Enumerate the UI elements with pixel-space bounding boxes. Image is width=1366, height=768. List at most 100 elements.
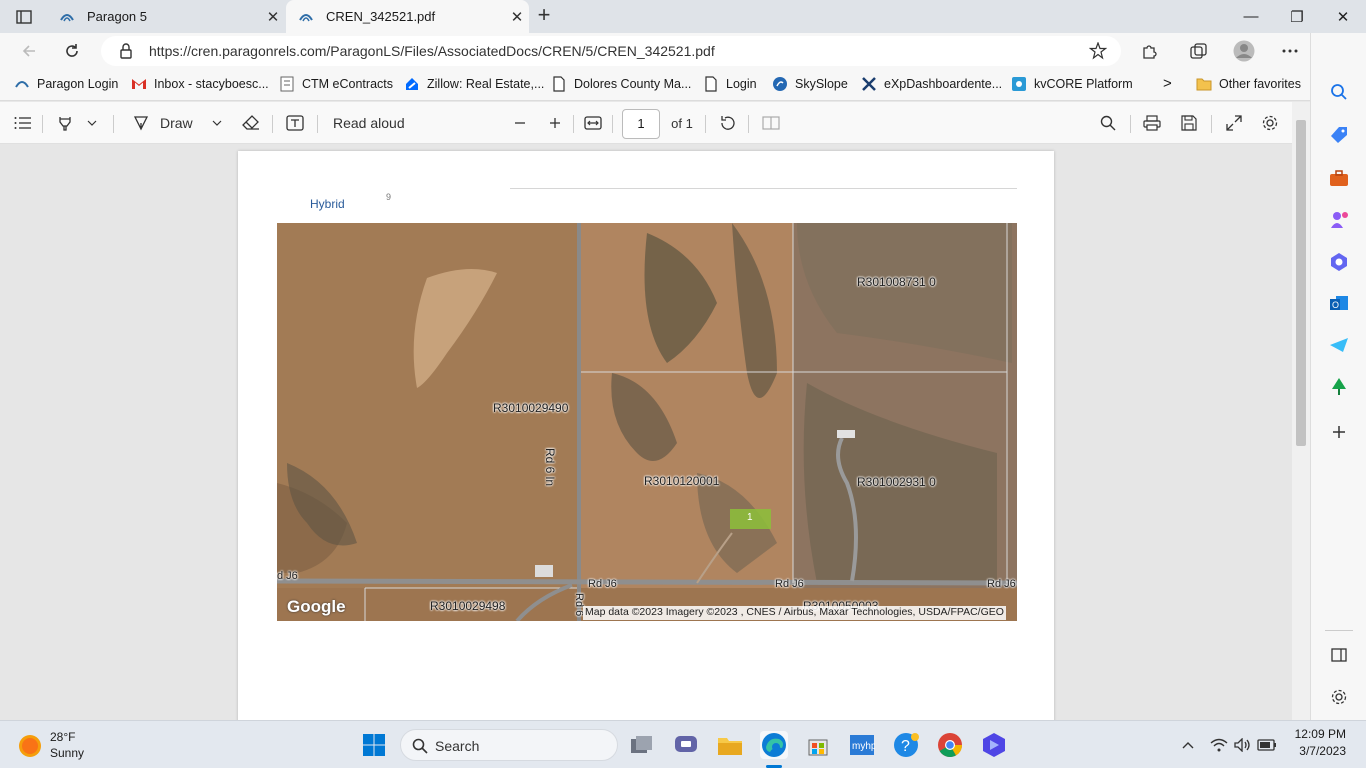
other-favorites[interactable]: Other favorites xyxy=(1196,76,1301,92)
highlight-button[interactable] xyxy=(54,112,76,134)
read-aloud-button[interactable]: Read aloud xyxy=(333,112,405,134)
favorite-label: Login xyxy=(726,77,757,91)
url-text[interactable]: https://cren.paragonrels.com/ParagonLS/F… xyxy=(149,43,715,59)
tools-briefcase-icon[interactable] xyxy=(1328,167,1350,189)
page-number-input[interactable]: 1 xyxy=(622,109,660,139)
contents-button[interactable] xyxy=(12,112,34,134)
pdf-app-button[interactable] xyxy=(980,731,1008,759)
tab-pdf[interactable]: CREN_342521.pdf ✕ xyxy=(286,0,529,33)
clock-time: 12:09 PM xyxy=(1294,727,1346,741)
teams-chat-button[interactable] xyxy=(672,731,700,759)
toolbar-divider xyxy=(705,115,706,133)
clock[interactable]: 12:09 PM 3/7/2023 xyxy=(1286,727,1346,758)
favorite-kvcore[interactable]: kvCORE Platform xyxy=(1011,76,1133,92)
hp-app-button[interactable]: myhp xyxy=(848,731,876,759)
zoom-out-button[interactable] xyxy=(509,112,531,134)
weather-desc: Sunny xyxy=(50,746,85,760)
draw-dropdown[interactable] xyxy=(209,112,225,134)
microsoft365-icon[interactable] xyxy=(1328,251,1350,273)
collections-button[interactable] xyxy=(1184,37,1214,65)
road-label: Rd J6 xyxy=(775,578,804,590)
favorite-inbox[interactable]: Inbox - stacyboesc... xyxy=(131,76,269,92)
add-text-button[interactable] xyxy=(284,112,306,134)
edge-taskbar-button[interactable] xyxy=(760,731,788,759)
print-button[interactable] xyxy=(1141,112,1163,134)
extensions-button[interactable] xyxy=(1134,37,1164,65)
vertical-scrollbar[interactable] xyxy=(1292,102,1310,720)
add-sidebar-item-icon[interactable] xyxy=(1328,421,1350,443)
task-view-button[interactable] xyxy=(628,731,656,759)
help-button[interactable]: ? xyxy=(892,731,920,759)
favorite-ctm[interactable]: CTM eContracts xyxy=(279,76,393,92)
close-tab-icon[interactable]: ✕ xyxy=(261,8,285,26)
favorite-login[interactable]: Login xyxy=(703,76,757,92)
toolbar-divider xyxy=(573,115,574,133)
fit-page-button[interactable] xyxy=(582,112,604,134)
start-button[interactable] xyxy=(360,731,388,759)
refresh-button[interactable] xyxy=(57,37,87,65)
zoom-in-button[interactable] xyxy=(544,112,566,134)
add-favorite-icon[interactable] xyxy=(1088,41,1108,63)
favorite-label: eXpDashboardente... xyxy=(884,77,1003,91)
chevron-down-icon xyxy=(212,120,222,126)
settings-menu-button[interactable] xyxy=(1275,37,1305,65)
address-bar[interactable]: https://cren.paragonrels.com/ParagonLS/F… xyxy=(101,36,1121,66)
send-icon[interactable] xyxy=(1328,334,1350,356)
split-screen-icon[interactable] xyxy=(1328,644,1350,666)
pdf-viewer[interactable]: Hybrid 9 R301008731 0 R3010029490 R30101… xyxy=(0,144,1292,731)
minimize-button[interactable]: — xyxy=(1228,0,1274,33)
draw-label: Draw xyxy=(160,115,193,131)
profile-button[interactable] xyxy=(1229,37,1259,65)
outlook-icon[interactable]: O xyxy=(1328,293,1350,315)
pdf-settings-button[interactable] xyxy=(1259,112,1281,134)
rotate-button[interactable] xyxy=(716,112,738,134)
lock-icon[interactable] xyxy=(119,43,133,62)
battery-button[interactable] xyxy=(1253,731,1281,759)
taskbar-search[interactable]: Search xyxy=(400,729,618,761)
file-explorer-button[interactable] xyxy=(716,731,744,759)
favorite-dolores[interactable]: Dolores County Ma... xyxy=(551,76,691,92)
close-window-button[interactable]: ✕ xyxy=(1320,0,1366,33)
scrollbar-thumb[interactable] xyxy=(1296,120,1306,446)
page-view-button[interactable] xyxy=(760,112,782,134)
favorite-skyslope[interactable]: SkySlope xyxy=(772,76,848,92)
favorite-zillow[interactable]: Zillow: Real Estate,... xyxy=(404,76,544,92)
tab-actions-button[interactable] xyxy=(12,7,36,27)
favorites-more-button[interactable]: > xyxy=(1163,75,1172,92)
maximize-button[interactable]: ❐ xyxy=(1274,0,1320,33)
minus-icon xyxy=(515,122,525,124)
toolbar-divider xyxy=(317,115,318,133)
save-button[interactable] xyxy=(1178,112,1200,134)
highlight-dropdown[interactable] xyxy=(84,112,100,134)
shopping-tag-icon[interactable] xyxy=(1328,124,1350,146)
erase-button[interactable] xyxy=(240,112,262,134)
new-tab-button[interactable]: + xyxy=(532,2,556,30)
find-button[interactable] xyxy=(1097,112,1119,134)
back-button[interactable] xyxy=(14,37,44,65)
close-tab-icon[interactable]: ✕ xyxy=(505,8,529,26)
zillow-icon xyxy=(404,76,420,92)
tab-paragon[interactable]: Paragon 5 ✕ xyxy=(47,0,285,33)
map-attribution: Map data ©2023 Imagery ©2023 , CNES / Ai… xyxy=(583,606,1006,620)
road-label: d J6 xyxy=(277,570,298,582)
toolbar-divider xyxy=(42,115,43,133)
other-favorites-label: Other favorites xyxy=(1219,77,1301,91)
chrome-button[interactable] xyxy=(936,731,964,759)
tab-label: Paragon 5 xyxy=(87,9,147,24)
parcel-label: R3010029498 xyxy=(430,599,506,613)
sidebar-settings-icon[interactable] xyxy=(1328,686,1350,708)
favorite-exp[interactable]: eXpDashboardente... xyxy=(861,76,1002,92)
paragon-icon xyxy=(298,9,314,25)
full-screen-button[interactable] xyxy=(1223,112,1245,134)
tree-icon[interactable] xyxy=(1328,376,1350,398)
draw-button[interactable]: Draw xyxy=(132,112,194,134)
store-button[interactable] xyxy=(804,731,832,759)
show-hidden-icons-button[interactable] xyxy=(1174,731,1202,759)
favorite-paragon-login[interactable]: Paragon Login xyxy=(14,76,118,92)
games-icon[interactable] xyxy=(1328,209,1350,231)
weather-widget[interactable]: 28°F Sunny xyxy=(18,729,118,763)
page-marker: 9 xyxy=(386,192,392,202)
taskbar-search-label: Search xyxy=(435,738,480,754)
toolbar-divider xyxy=(1211,115,1212,133)
sidebar-search-icon[interactable] xyxy=(1328,81,1350,103)
